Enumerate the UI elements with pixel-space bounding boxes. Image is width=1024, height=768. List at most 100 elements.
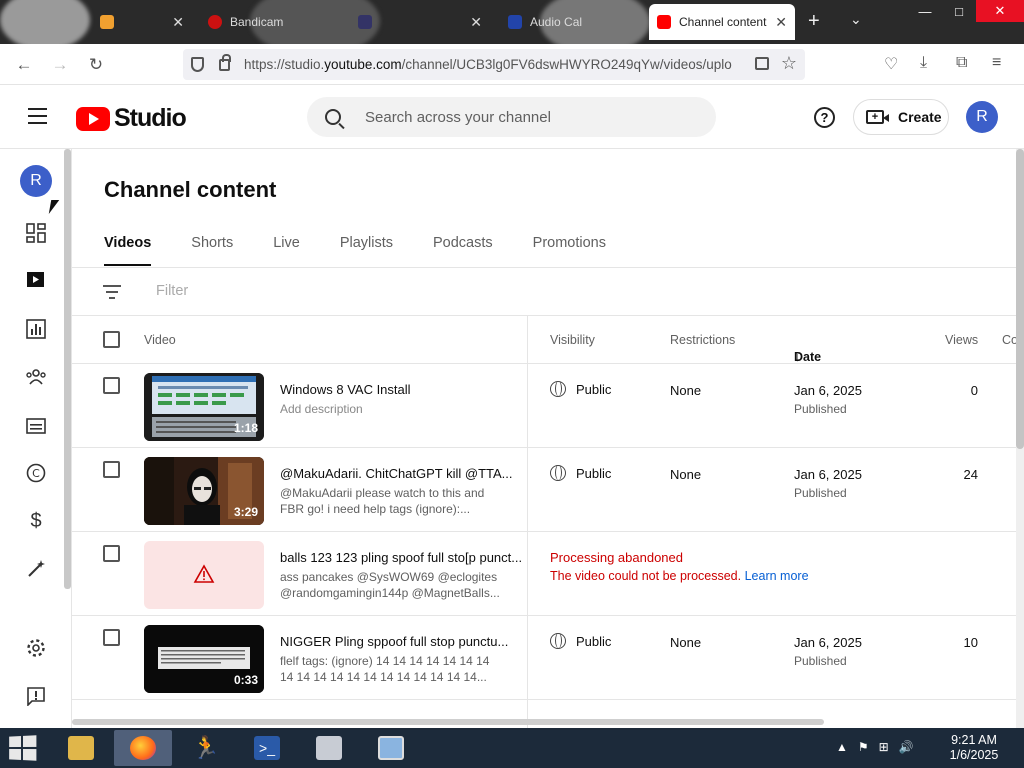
browser-tab[interactable]: Bandicam (200, 4, 350, 40)
column-visibility[interactable]: Visibility (550, 333, 595, 347)
windows-start-icon[interactable] (9, 735, 37, 761)
new-tab-button[interactable]: + (808, 10, 820, 33)
globe-icon (550, 381, 566, 397)
picture-in-picture-icon[interactable] (755, 57, 769, 70)
browser-tab[interactable]: ✕ (92, 4, 192, 40)
settings-icon[interactable] (25, 637, 47, 659)
address-bar[interactable]: https://studio.youtube.com/channel/UCB3l… (183, 49, 805, 80)
video-description[interactable]: Add description (280, 401, 510, 434)
tab-videos[interactable]: Videos (104, 229, 152, 267)
url-text[interactable]: https://studio.youtube.com/channel/UCB3l… (244, 57, 744, 72)
tab-close-icon[interactable]: ✕ (164, 14, 184, 31)
hamburger-menu-icon[interactable] (28, 108, 47, 124)
video-title[interactable]: Windows 8 VAC Install (280, 382, 526, 397)
search-bar[interactable]: Search across your channel (307, 97, 716, 137)
visibility-cell[interactable]: Public (550, 381, 611, 397)
video-description[interactable]: flelf tags: (ignore) 14 14 14 14 14 14 1… (280, 653, 510, 686)
lock-icon[interactable] (219, 53, 231, 71)
video-thumbnail[interactable]: 3:29 (144, 457, 264, 525)
channel-avatar[interactable]: R (20, 165, 52, 197)
learn-more-link[interactable]: Learn more (745, 569, 809, 583)
table-row[interactable]: 1:18 Windows 8 VAC Install Add descripti… (72, 364, 1024, 448)
flag-icon[interactable]: ⚑ (858, 740, 869, 754)
row-checkbox[interactable] (103, 377, 120, 394)
video-thumbnail[interactable]: 1:18 (144, 373, 264, 441)
menu-icon[interactable]: ≡ (992, 54, 1001, 72)
maximize-icon[interactable]: □ (942, 0, 976, 22)
browser-tab[interactable]: ✕ (350, 4, 490, 40)
column-views[interactable]: Views (945, 333, 978, 347)
tab-shorts[interactable]: Shorts (191, 229, 233, 267)
video-description[interactable]: @MakuAdarii please watch to this and FBR… (280, 485, 510, 518)
vertical-scrollbar[interactable] (1016, 149, 1024, 728)
tray-expand-icon[interactable]: ▲ (836, 740, 848, 754)
studio-logo[interactable]: Studio (76, 104, 187, 133)
taskbar-app[interactable] (300, 730, 358, 766)
filter-input[interactable]: Filter (156, 283, 188, 299)
table-row[interactable]: 3:29 @MakuAdarii. ChitChatGPT kill @TTA.… (72, 448, 1024, 532)
reload-icon[interactable]: ↻ (85, 54, 107, 76)
video-description[interactable]: ass pancakes @SysWOW69 @eclogites @rando… (280, 569, 510, 602)
dashboard-icon[interactable] (25, 222, 47, 244)
taskbar-clock[interactable]: 9:21 AM 1/6/2025 (940, 733, 1008, 763)
video-title[interactable]: NIGGER Pling sppoof full stop punctu... (280, 634, 526, 649)
community-icon[interactable] (25, 366, 47, 388)
list-tabs-chevron-icon[interactable]: ⌄ (850, 11, 862, 28)
visibility-cell[interactable]: Public (550, 633, 611, 649)
pocket-icon[interactable]: ♡ (884, 54, 898, 74)
video-thumbnail[interactable] (144, 541, 264, 609)
content-icon[interactable] (25, 269, 47, 291)
tab-podcasts[interactable]: Podcasts (433, 229, 493, 267)
extensions-icon[interactable]: ⧉ (956, 54, 967, 72)
downloads-icon[interactable]: ⤓ (920, 54, 927, 72)
subtitles-icon[interactable] (25, 415, 47, 437)
vertical-scroll-thumb[interactable] (1016, 149, 1024, 449)
visibility-cell[interactable]: Public (550, 465, 611, 481)
tab-playlists[interactable]: Playlists (340, 229, 393, 267)
create-button[interactable]: + Create (853, 99, 949, 135)
video-title[interactable]: @MakuAdarii. ChitChatGPT kill @TTA... (280, 466, 526, 481)
table-row[interactable]: 0:33 NIGGER Pling sppoof full stop punct… (72, 616, 1024, 700)
tracking-shield-icon[interactable] (191, 57, 204, 72)
taskbar-remote-desktop[interactable] (362, 730, 420, 766)
video-thumbnail[interactable]: 0:33 (144, 625, 264, 693)
volume-icon[interactable]: 🔊 (899, 740, 914, 754)
taskbar-firefox[interactable] (114, 730, 172, 766)
copyright-icon[interactable]: C (25, 462, 47, 484)
browser-tab-active[interactable]: Channel content ✕ (649, 4, 795, 40)
network-icon[interactable]: ⊞ (879, 740, 889, 754)
browser-tab[interactable]: Audio Cal (500, 4, 640, 40)
restrictions-value: None (670, 467, 702, 482)
window-close-icon[interactable]: ✕ (976, 0, 1024, 22)
taskbar-file-explorer[interactable] (52, 730, 110, 766)
tab-close-icon[interactable]: ✕ (462, 14, 482, 31)
analytics-icon[interactable] (25, 318, 47, 340)
row-checkbox[interactable] (103, 545, 120, 562)
forward-arrow-icon[interactable]: → (49, 54, 71, 76)
select-all-checkbox[interactable] (103, 331, 120, 348)
taskbar-runner-app[interactable]: 🏃 (176, 730, 234, 766)
horizontal-scrollbar[interactable] (72, 719, 824, 725)
account-avatar[interactable]: R (966, 101, 998, 133)
column-restrictions[interactable]: Restrictions (670, 333, 735, 347)
taskbar-powershell[interactable]: >_ (238, 730, 296, 766)
minimize-icon[interactable]: — (908, 0, 942, 22)
video-title[interactable]: balls 123 123 pling spoof full sto[p pun… (280, 550, 526, 565)
tab-live[interactable]: Live (273, 229, 300, 267)
search-icon[interactable] (325, 109, 341, 125)
back-arrow-icon[interactable]: ← (13, 54, 35, 76)
earn-icon[interactable]: $ (25, 510, 47, 532)
feedback-icon[interactable] (25, 685, 47, 707)
help-icon[interactable]: ? (814, 107, 835, 128)
sort-arrow-icon[interactable]: ↓ (794, 350, 800, 364)
search-input[interactable]: Search across your channel (365, 109, 551, 126)
bookmark-star-icon[interactable]: ☆ (781, 53, 797, 74)
sidebar-scrollbar[interactable] (64, 149, 71, 589)
row-checkbox[interactable] (103, 461, 120, 478)
customization-icon[interactable] (25, 558, 47, 580)
table-row[interactable]: balls 123 123 pling spoof full sto[p pun… (72, 532, 1024, 616)
tab-promotions[interactable]: Promotions (533, 229, 606, 267)
row-checkbox[interactable] (103, 629, 120, 646)
filter-icon[interactable] (103, 285, 121, 303)
tab-close-icon[interactable]: ✕ (767, 14, 787, 31)
